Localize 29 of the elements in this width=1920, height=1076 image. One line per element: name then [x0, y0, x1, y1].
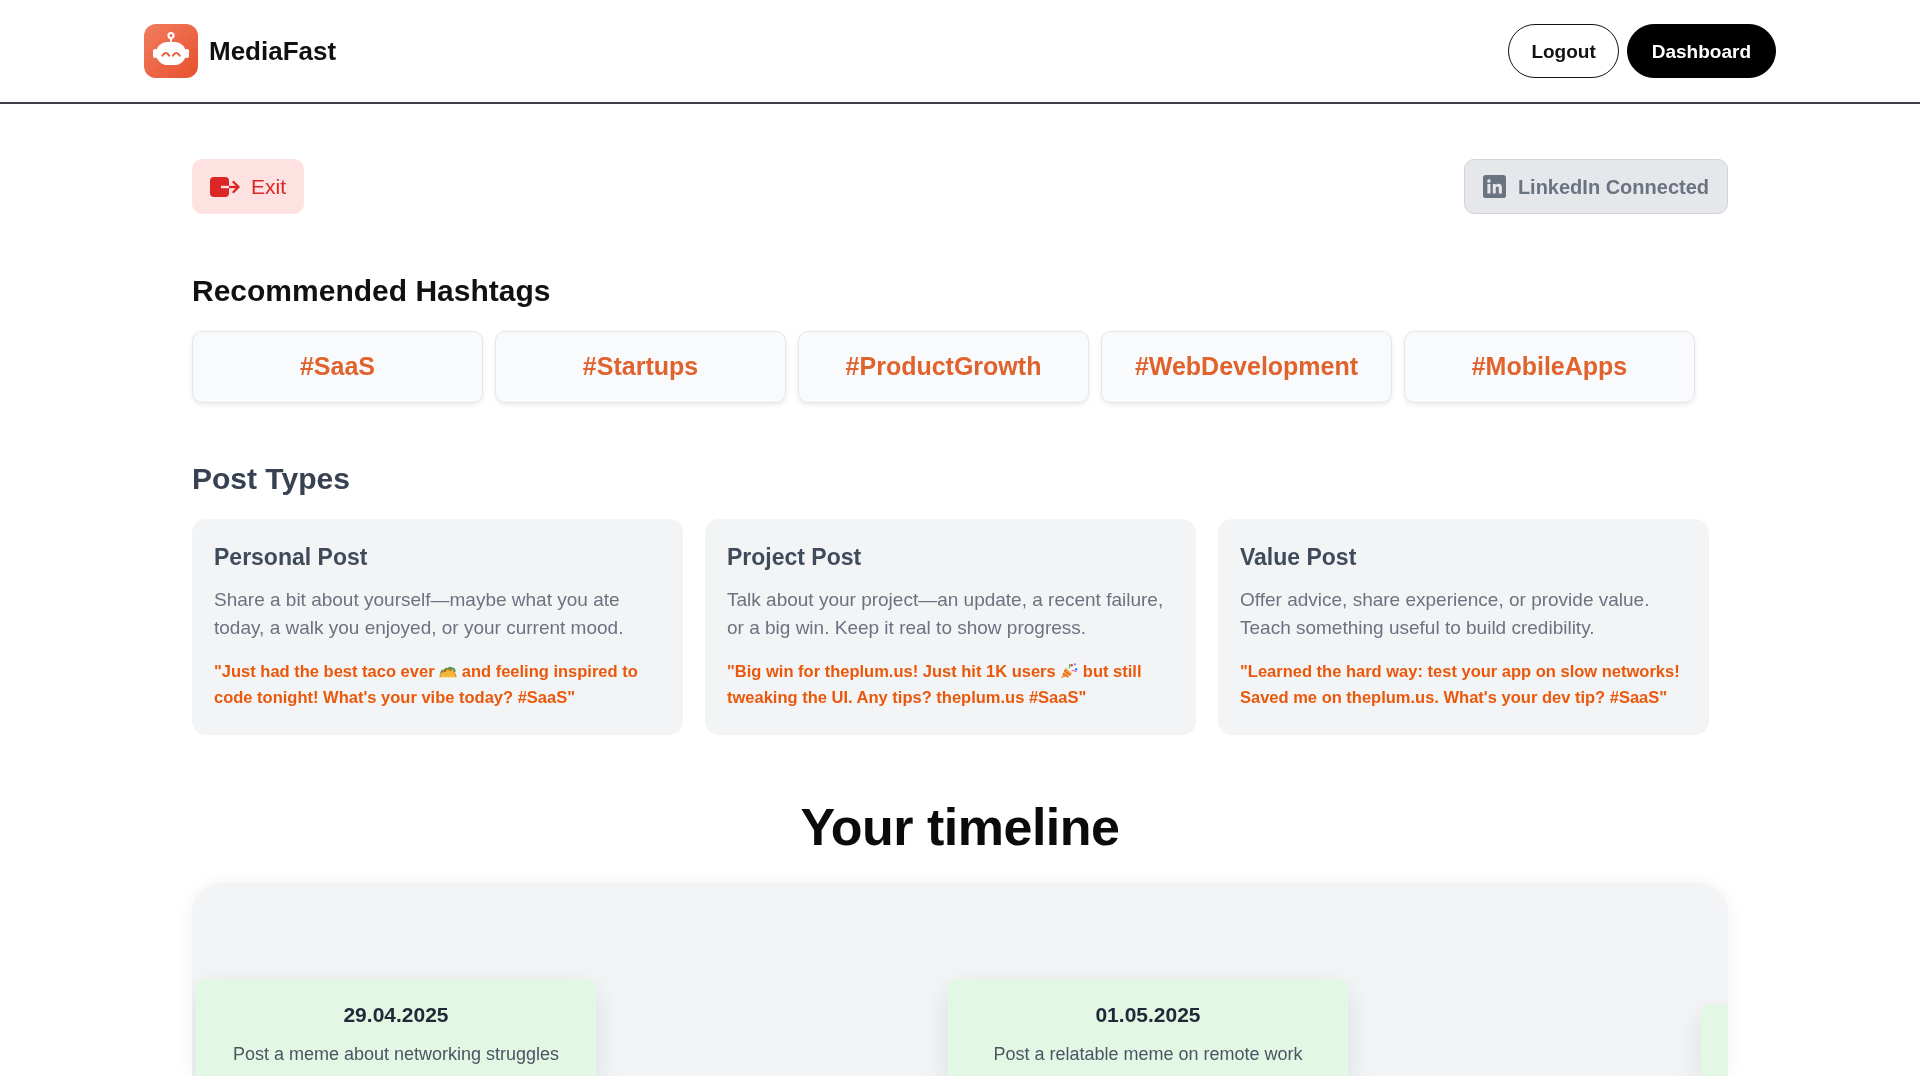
timeline-task: Post a relatable meme on remote work	[992, 1043, 1304, 1066]
robot-logo-icon	[144, 24, 198, 78]
post-type-description: Share a bit about yourself—maybe what you ate today, a walk you enjoyed, or your current mood.	[214, 588, 625, 640]
hashtag-button[interactable]: #MobileApps	[1404, 331, 1695, 403]
post-type-title: Personal Post	[214, 543, 369, 572]
post-type-title: Project Post	[727, 543, 863, 572]
timeline-task: Post a meme about networking struggles	[231, 1043, 561, 1066]
section-heading: Post Types	[192, 461, 351, 497]
timeline-heading: Your timeline	[799, 797, 1121, 858]
linkedin-icon	[1482, 175, 1506, 198]
dashboard-button[interactable]: Dashboard	[1626, 24, 1776, 78]
hashtag-button[interactable]: #WebDevelopment	[1101, 331, 1392, 403]
exit-button[interactable]: Exit	[192, 159, 304, 214]
hashtag-button[interactable]: #Startups	[495, 331, 786, 403]
timeline-date: 01.05.2025	[1094, 1002, 1202, 1028]
timeline-date: 29.04.2025	[342, 1002, 450, 1028]
post-type-description: Offer advice, share experience, or provide value. Teach something useful to build credibility.	[1240, 588, 1651, 640]
door-arrow-icon	[210, 175, 240, 198]
example-quote: "Big win for theplum.us! Just hit 1K users but still tweaking the UI. Any tips? theplum.us #SaaS"	[727, 661, 1143, 708]
hashtag-button[interactable]: #ProductGrowth	[798, 331, 1089, 403]
brand-link[interactable]: MediaFast	[144, 24, 337, 78]
post-type-description: Talk about your project—an update, a recent failure, or a big win. Keep it real to show progress.	[727, 588, 1165, 640]
example-quote: "Learned the hard way: test your app on slow networks! Saved me on theplum.us. What's your dev tip? #SaaS"	[1240, 661, 1681, 708]
party-popper-icon	[1060, 663, 1079, 679]
example-quote: "Just had the best taco ever and feeling inspired to code tonight! What's your vibe today? #SaaS"	[214, 661, 639, 708]
logout-button[interactable]: Logout	[1508, 24, 1619, 78]
hashtag-button[interactable]: #SaaS	[192, 331, 483, 403]
section-heading: Recommended Hashtags	[192, 273, 552, 309]
post-type-title: Value Post	[1240, 543, 1358, 572]
